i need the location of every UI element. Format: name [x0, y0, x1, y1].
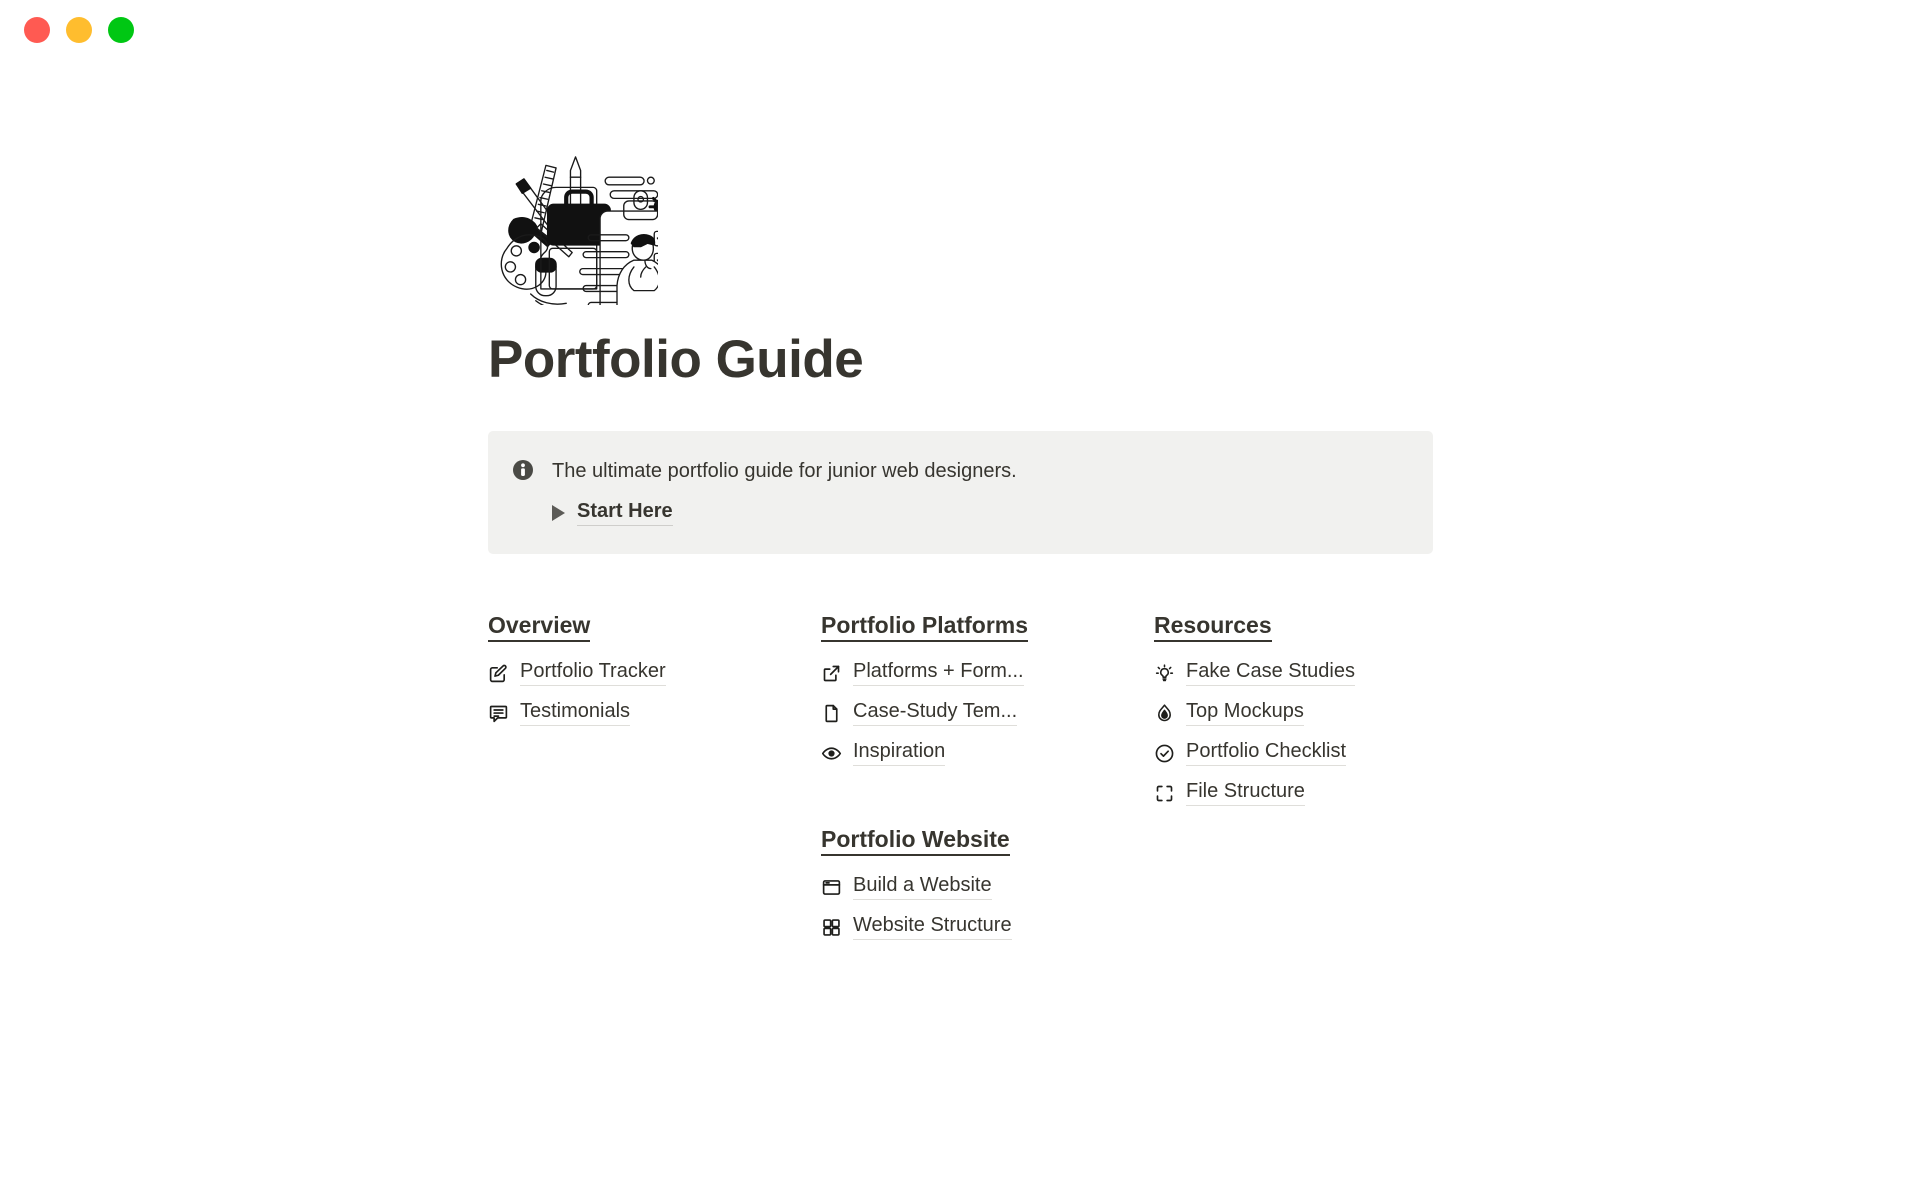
link-label[interactable]: Testimonials — [520, 700, 631, 727]
section-heading-resources: Resources — [1154, 612, 1272, 643]
link-portfolio-checklist[interactable]: Portfolio Checklist — [1154, 740, 1429, 767]
link-fake-case-studies[interactable]: Fake Case Studies — [1154, 660, 1429, 687]
browser-window-icon — [821, 877, 842, 898]
page-content: Portfolio Guide The ultimate portfolio g… — [488, 140, 1448, 954]
window-minimize-button[interactable] — [66, 17, 92, 43]
callout-text: The ultimate portfolio guide for junior … — [552, 460, 1017, 483]
link-label[interactable]: File Structure — [1186, 780, 1305, 807]
link-case-study-template[interactable]: Case-Study Tem... — [821, 700, 1096, 727]
link-label[interactable]: Inspiration — [853, 740, 946, 767]
link-label[interactable]: Case-Study Tem... — [853, 700, 1018, 727]
column-right: Resources Fake Case Studies Top Mockups … — [1154, 612, 1429, 954]
eye-icon — [821, 743, 842, 764]
callout-main-row: The ultimate portfolio guide for junior … — [512, 457, 1409, 486]
start-here-label[interactable]: Start Here — [577, 500, 673, 527]
portfolio-illustration-icon[interactable] — [488, 140, 658, 305]
link-file-structure[interactable]: File Structure — [1154, 780, 1429, 807]
flame-icon — [1154, 703, 1175, 724]
section-portfolio-platforms: Portfolio Platforms Platforms + Form... — [821, 612, 1096, 767]
link-testimonials[interactable]: Testimonials — [488, 700, 763, 727]
frame-corners-icon — [1154, 783, 1175, 804]
link-label[interactable]: Top Mockups — [1186, 700, 1304, 727]
section-overview: Overview Portfolio Tracker Testimonials — [488, 612, 763, 727]
section-portfolio-website: Portfolio Website Build a Website Websit… — [821, 826, 1096, 941]
file-icon — [821, 703, 842, 724]
section-heading-portfolio-website: Portfolio Website — [821, 826, 1010, 857]
callout-block: The ultimate portfolio guide for junior … — [488, 431, 1433, 555]
check-circle-icon — [1154, 743, 1175, 764]
link-columns: Overview Portfolio Tracker Testimonials … — [488, 612, 1448, 954]
section-heading-overview: Overview — [488, 612, 591, 643]
window-maximize-button[interactable] — [108, 17, 134, 43]
column-middle: Portfolio Platforms Platforms + Form... — [821, 612, 1096, 954]
start-here-toggle[interactable]: Start Here — [552, 500, 1409, 527]
link-label[interactable]: Platforms + Form... — [853, 660, 1024, 687]
triangle-right-icon[interactable] — [552, 505, 565, 522]
link-build-a-website[interactable]: Build a Website — [821, 874, 1096, 901]
info-icon — [512, 459, 534, 481]
page-title: Portfolio Guide — [488, 330, 864, 389]
section-heading-portfolio-platforms: Portfolio Platforms — [821, 612, 1029, 643]
link-label[interactable]: Website Structure — [853, 914, 1012, 941]
external-link-icon — [821, 663, 842, 684]
column-left: Overview Portfolio Tracker Testimonials — [488, 612, 763, 954]
section-resources: Resources Fake Case Studies Top Mockups … — [1154, 612, 1429, 807]
link-website-structure[interactable]: Website Structure — [821, 914, 1096, 941]
link-label[interactable]: Build a Website — [853, 874, 992, 901]
link-portfolio-tracker[interactable]: Portfolio Tracker — [488, 660, 763, 687]
link-inspiration[interactable]: Inspiration — [821, 740, 1096, 767]
link-label[interactable]: Portfolio Checklist — [1186, 740, 1347, 767]
link-label[interactable]: Fake Case Studies — [1186, 660, 1355, 687]
message-square-text-icon — [488, 703, 509, 724]
link-platforms-formats[interactable]: Platforms + Form... — [821, 660, 1096, 687]
grid-four-icon — [821, 917, 842, 938]
pencil-square-icon — [488, 663, 509, 684]
window-title-bar — [0, 0, 1920, 60]
link-label[interactable]: Portfolio Tracker — [520, 660, 666, 687]
link-top-mockups[interactable]: Top Mockups — [1154, 700, 1429, 727]
window-close-button[interactable] — [24, 17, 50, 43]
lightbulb-icon — [1154, 663, 1175, 684]
